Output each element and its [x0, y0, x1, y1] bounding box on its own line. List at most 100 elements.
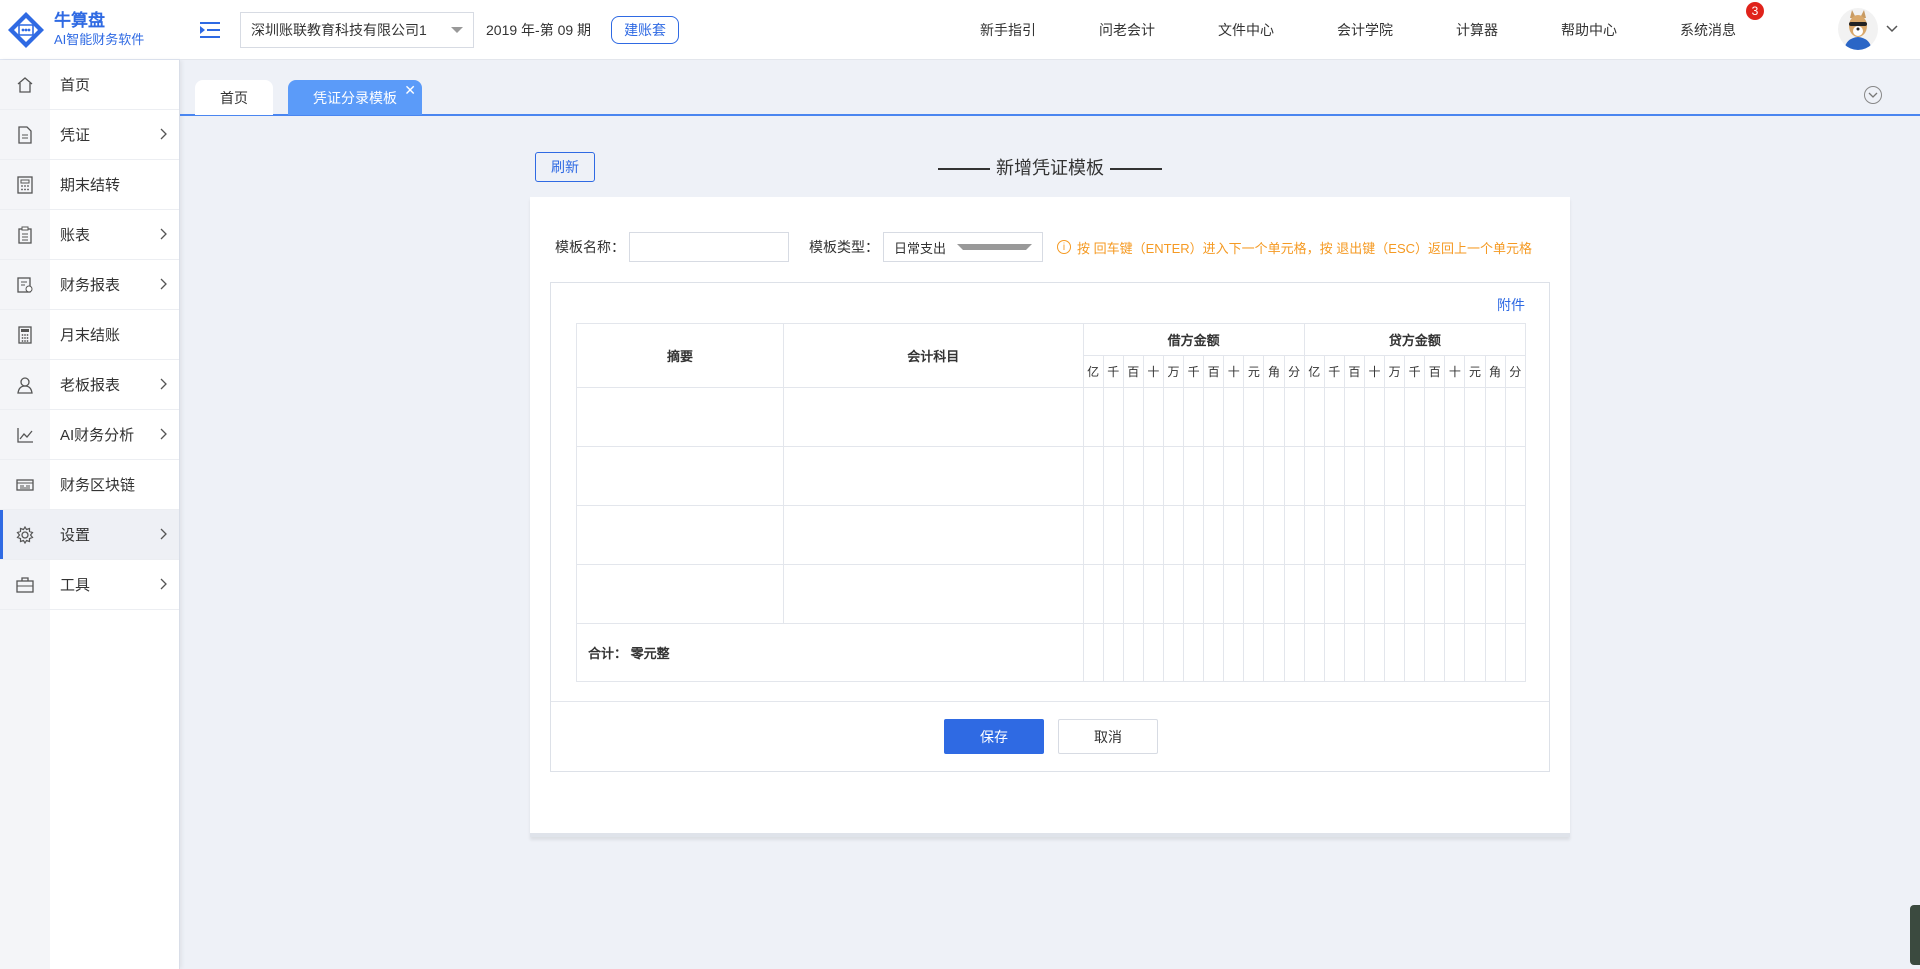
nav-beginner-guide[interactable]: 新手指引 — [980, 20, 1036, 40]
subject-cell[interactable] — [783, 446, 1084, 506]
debit-amount-cell[interactable] — [1203, 387, 1225, 447]
template-type-select[interactable]: 日常支出 — [883, 232, 1043, 262]
debit-amount-cell[interactable] — [1283, 564, 1305, 624]
debit-amount-cell[interactable] — [1263, 505, 1285, 565]
subject-cell[interactable] — [783, 387, 1084, 447]
debit-amount-cell[interactable] — [1263, 446, 1285, 506]
debit-amount-cell[interactable] — [1183, 446, 1205, 506]
credit-amount-cell[interactable] — [1484, 446, 1506, 506]
debit-amount-cell[interactable] — [1082, 387, 1104, 447]
credit-amount-cell[interactable] — [1464, 564, 1486, 624]
nav-ask-accountant[interactable]: 问老会计 — [1099, 20, 1155, 40]
debit-amount-cell[interactable] — [1243, 446, 1265, 506]
credit-amount-cell[interactable] — [1424, 505, 1446, 565]
subject-cell[interactable] — [783, 505, 1084, 565]
debit-amount-cell[interactable] — [1102, 564, 1124, 624]
credit-amount-cell[interactable] — [1504, 387, 1527, 447]
close-icon[interactable]: ✕ — [404, 82, 416, 99]
debit-amount-cell[interactable] — [1122, 387, 1144, 447]
sidebar-item-5[interactable]: 月末结账 — [0, 310, 179, 360]
sidebar-item-8[interactable]: 财务区块链 — [0, 460, 179, 510]
app-logo[interactable]: 牛算盘 AI智能财务软件 — [0, 0, 180, 60]
menu-toggle-button[interactable] — [180, 0, 240, 60]
save-button[interactable]: 保存 — [944, 719, 1044, 754]
sidebar-item-7[interactable]: AI财务分析 — [0, 410, 179, 460]
credit-amount-cell[interactable] — [1424, 446, 1446, 506]
debit-amount-cell[interactable] — [1082, 505, 1104, 565]
debit-amount-cell[interactable] — [1122, 505, 1144, 565]
debit-amount-cell[interactable] — [1203, 505, 1225, 565]
credit-amount-cell[interactable] — [1484, 564, 1506, 624]
debit-amount-cell[interactable] — [1142, 387, 1164, 447]
debit-amount-cell[interactable] — [1183, 387, 1205, 447]
credit-amount-cell[interactable] — [1323, 505, 1345, 565]
debit-amount-cell[interactable] — [1162, 505, 1185, 565]
credit-amount-cell[interactable] — [1343, 387, 1365, 447]
new-account-book-button[interactable]: 建账套 — [611, 15, 680, 44]
user-menu[interactable] — [1838, 8, 1898, 50]
debit-amount-cell[interactable] — [1203, 446, 1225, 506]
debit-amount-cell[interactable] — [1223, 564, 1245, 624]
credit-amount-cell[interactable] — [1444, 505, 1466, 565]
credit-amount-cell[interactable] — [1464, 505, 1486, 565]
nav-file-center[interactable]: 文件中心 — [1218, 20, 1274, 40]
sidebar-item-6[interactable]: 老板报表 — [0, 360, 179, 410]
summary-cell[interactable] — [575, 387, 785, 447]
tabs-dropdown-button[interactable] — [1864, 86, 1882, 104]
debit-amount-cell[interactable] — [1283, 387, 1305, 447]
debit-amount-cell[interactable] — [1102, 387, 1124, 447]
credit-amount-cell[interactable] — [1464, 446, 1486, 506]
credit-amount-cell[interactable] — [1384, 387, 1406, 447]
credit-amount-cell[interactable] — [1504, 446, 1527, 506]
credit-amount-cell[interactable] — [1444, 564, 1466, 624]
debit-amount-cell[interactable] — [1243, 387, 1265, 447]
debit-amount-cell[interactable] — [1283, 505, 1305, 565]
sidebar-item-10[interactable]: 工具 — [0, 560, 179, 610]
company-select[interactable]: 深圳账联教育科技有限公司1 — [240, 11, 474, 48]
debit-amount-cell[interactable] — [1142, 564, 1164, 624]
debit-amount-cell[interactable] — [1283, 446, 1305, 506]
credit-amount-cell[interactable] — [1384, 446, 1406, 506]
credit-amount-cell[interactable] — [1343, 564, 1365, 624]
credit-amount-cell[interactable] — [1404, 505, 1426, 565]
credit-amount-cell[interactable] — [1404, 564, 1426, 624]
credit-amount-cell[interactable] — [1444, 446, 1466, 506]
debit-amount-cell[interactable] — [1162, 387, 1185, 447]
credit-amount-cell[interactable] — [1444, 387, 1466, 447]
credit-amount-cell[interactable] — [1363, 387, 1386, 447]
debit-amount-cell[interactable] — [1263, 387, 1285, 447]
credit-amount-cell[interactable] — [1363, 505, 1386, 565]
credit-amount-cell[interactable] — [1343, 446, 1365, 506]
credit-amount-cell[interactable] — [1504, 564, 1527, 624]
credit-amount-cell[interactable] — [1323, 446, 1345, 506]
debit-amount-cell[interactable] — [1122, 564, 1144, 624]
refresh-button[interactable]: 刷新 — [535, 152, 595, 182]
template-name-input[interactable] — [629, 232, 789, 262]
debit-amount-cell[interactable] — [1223, 446, 1245, 506]
credit-amount-cell[interactable] — [1404, 387, 1426, 447]
debit-amount-cell[interactable] — [1102, 505, 1124, 565]
summary-cell[interactable] — [575, 564, 785, 624]
credit-amount-cell[interactable] — [1323, 387, 1345, 447]
debit-amount-cell[interactable] — [1082, 446, 1104, 506]
debit-amount-cell[interactable] — [1102, 446, 1124, 506]
debit-amount-cell[interactable] — [1082, 564, 1104, 624]
sidebar-item-3[interactable]: 账表 — [0, 210, 179, 260]
debit-amount-cell[interactable] — [1243, 505, 1265, 565]
debit-amount-cell[interactable] — [1162, 446, 1185, 506]
debit-amount-cell[interactable] — [1142, 446, 1164, 506]
tab-home[interactable]: 首页 — [195, 80, 273, 115]
cancel-button[interactable]: 取消 — [1058, 719, 1158, 754]
credit-amount-cell[interactable] — [1303, 446, 1325, 506]
summary-cell[interactable] — [575, 446, 785, 506]
debit-amount-cell[interactable] — [1122, 446, 1144, 506]
debit-amount-cell[interactable] — [1223, 505, 1245, 565]
credit-amount-cell[interactable] — [1303, 505, 1325, 565]
credit-amount-cell[interactable] — [1504, 505, 1527, 565]
credit-amount-cell[interactable] — [1343, 505, 1365, 565]
debit-amount-cell[interactable] — [1162, 564, 1185, 624]
attachment-link[interactable]: 附件 — [1497, 295, 1525, 315]
credit-amount-cell[interactable] — [1303, 387, 1325, 447]
sidebar-item-2[interactable]: 期末结转 — [0, 160, 179, 210]
side-drawer-handle[interactable] — [1910, 905, 1920, 965]
